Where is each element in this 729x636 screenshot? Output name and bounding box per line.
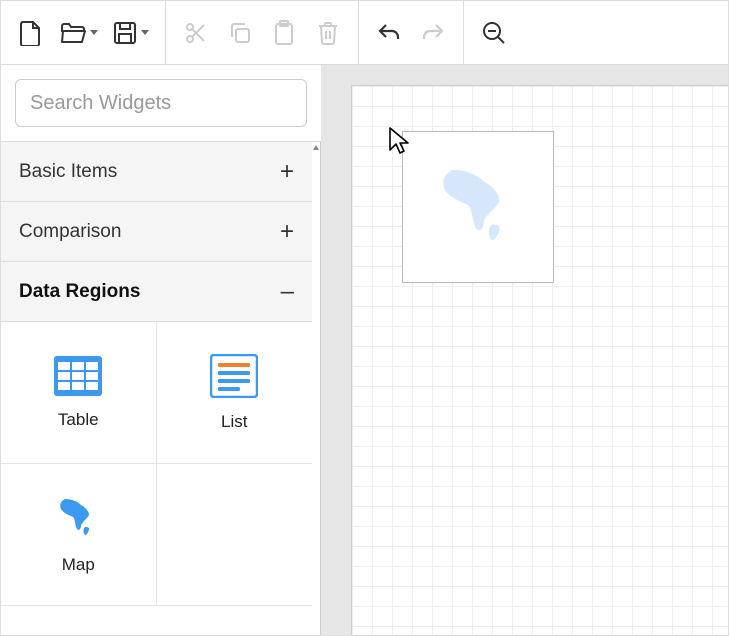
edit-group xyxy=(166,1,359,64)
section-label: Comparison xyxy=(19,221,121,243)
widget-empty xyxy=(157,464,313,606)
redo-button[interactable] xyxy=(411,11,455,55)
main: Basic Items + Comparison + Data Regions … xyxy=(1,65,728,635)
toolbar xyxy=(1,1,728,65)
canvas-area[interactable] xyxy=(321,65,728,635)
file-icon xyxy=(19,20,43,46)
design-canvas[interactable] xyxy=(351,85,728,635)
cut-button[interactable] xyxy=(174,11,218,55)
section-label: Basic Items xyxy=(19,161,117,183)
chevron-down-icon xyxy=(90,30,98,35)
widget-panel: Basic Items + Comparison + Data Regions … xyxy=(1,142,321,635)
sidebar: Basic Items + Comparison + Data Regions … xyxy=(1,65,321,635)
widget-label: Table xyxy=(58,410,99,430)
minus-icon: – xyxy=(281,278,294,306)
copy-button[interactable] xyxy=(218,11,262,55)
plus-icon: + xyxy=(280,158,294,186)
map-icon xyxy=(55,495,101,541)
save-icon xyxy=(113,21,137,45)
paste-button[interactable] xyxy=(262,11,306,55)
search-box[interactable] xyxy=(15,79,307,127)
scrollbar[interactable] xyxy=(312,142,320,164)
widget-map[interactable]: Map xyxy=(1,464,157,606)
widget-grid: Table List xyxy=(1,322,312,606)
copy-icon xyxy=(228,21,252,45)
table-icon xyxy=(54,356,102,396)
widget-label: List xyxy=(221,412,247,432)
map-preview-icon xyxy=(433,162,523,252)
list-icon xyxy=(210,354,258,398)
redo-icon xyxy=(421,23,445,43)
search-input[interactable] xyxy=(30,92,295,115)
file-group xyxy=(1,1,166,64)
scissors-icon xyxy=(184,21,208,45)
delete-button[interactable] xyxy=(306,11,350,55)
widget-label: Map xyxy=(62,555,95,575)
undo-icon xyxy=(377,23,401,43)
chevron-down-icon xyxy=(141,30,149,35)
section-basic-items[interactable]: Basic Items + xyxy=(1,142,312,202)
folder-open-icon xyxy=(60,22,86,44)
section-label: Data Regions xyxy=(19,281,140,303)
section-data-regions[interactable]: Data Regions – xyxy=(1,262,312,322)
plus-icon: + xyxy=(280,218,294,246)
dropped-map-widget[interactable] xyxy=(402,131,554,283)
widget-table[interactable]: Table xyxy=(1,322,157,464)
trash-icon xyxy=(317,21,339,45)
search-wrap xyxy=(1,65,321,142)
save-button[interactable] xyxy=(105,11,157,55)
widget-list[interactable]: List xyxy=(157,322,313,464)
open-button[interactable] xyxy=(53,11,105,55)
clipboard-icon xyxy=(273,20,295,46)
section-comparison[interactable]: Comparison + xyxy=(1,202,312,262)
new-button[interactable] xyxy=(9,11,53,55)
view-group xyxy=(464,1,524,64)
undo-button[interactable] xyxy=(367,11,411,55)
history-group xyxy=(359,1,464,64)
zoom-out-icon xyxy=(482,21,506,45)
zoom-out-button[interactable] xyxy=(472,11,516,55)
